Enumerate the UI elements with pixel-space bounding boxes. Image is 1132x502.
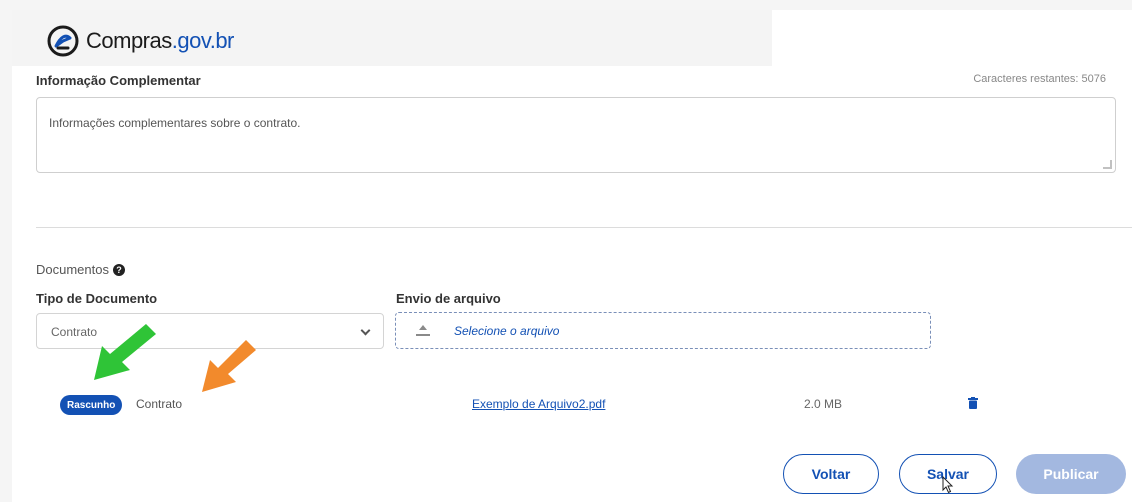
file-link[interactable]: Exemplo de Arquivo2.pdf: [472, 397, 605, 411]
compras-logo-icon: [47, 25, 79, 57]
green-arrow-annotation: [94, 324, 156, 380]
info-label: Informação Complementar: [36, 73, 201, 88]
status-badge: Rascunho: [60, 395, 123, 415]
section-divider: [36, 227, 1132, 228]
row-doc-type: Contrato: [136, 397, 183, 411]
info-textarea[interactable]: Informações complementares sobre o contr…: [36, 97, 1116, 173]
compras-logo[interactable]: Compras.gov.br: [46, 24, 234, 58]
back-button[interactable]: Voltar: [783, 454, 879, 494]
publish-button[interactable]: Publicar: [1016, 454, 1126, 494]
file-size: 2.0 MB: [804, 397, 843, 411]
upload-label: Envio de arquivo: [396, 291, 501, 306]
help-icon[interactable]: ?: [112, 263, 125, 276]
upload-icon: [416, 324, 430, 338]
info-textarea-value: Informações complementares sobre o contr…: [49, 116, 301, 130]
page: Compras.gov.br Informação Complementar C…: [12, 10, 1132, 502]
brand-domain: .gov.br: [171, 28, 235, 53]
documents-title-text: Documentos: [36, 262, 109, 277]
trash-icon[interactable]: [968, 397, 978, 409]
brand-name: Compras: [86, 28, 172, 53]
upload-placeholder: Selecione o arquivo: [454, 323, 560, 338]
resize-handle-icon[interactable]: [1103, 160, 1112, 169]
documents-title: Documentos ?: [36, 262, 125, 277]
mouse-cursor-icon: [942, 476, 954, 494]
header: Compras.gov.br: [12, 10, 772, 66]
doc-type-label: Tipo de Documento: [36, 291, 158, 306]
char-counter: Caracteres restantes: 5076: [973, 73, 1106, 85]
orange-arrow-annotation: [202, 340, 256, 392]
chevron-down-icon: [360, 325, 371, 336]
file-upload-input[interactable]: Selecione o arquivo: [395, 312, 931, 349]
